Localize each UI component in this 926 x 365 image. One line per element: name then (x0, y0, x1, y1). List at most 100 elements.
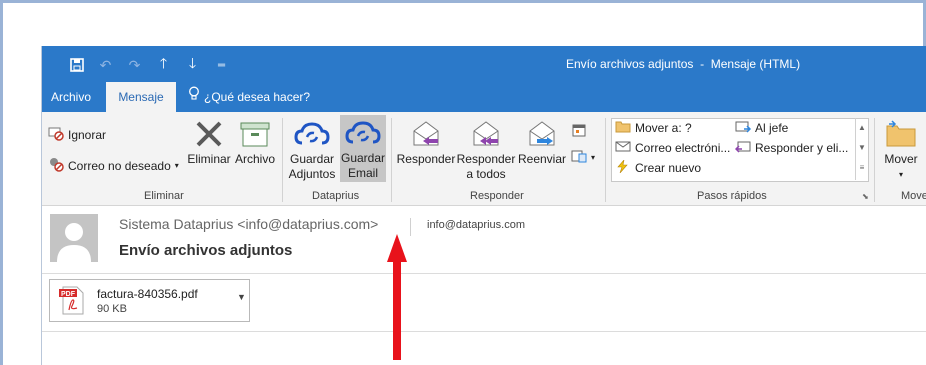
chevron-down-icon: ▾ (174, 161, 179, 170)
move-folder-icon (880, 116, 922, 152)
reply-label: Responder (396, 152, 456, 166)
tell-me-box[interactable]: ¿Qué desea hacer? (188, 82, 310, 112)
lightning-icon (615, 158, 631, 176)
meeting-button[interactable] (571, 122, 587, 141)
quick-steps-scroll[interactable]: ▲ ▼ ≡ (855, 118, 868, 180)
forward-icon (517, 116, 567, 152)
ignore-icon (48, 125, 64, 144)
down-arrow-icon[interactable]: 🡓 (178, 55, 207, 75)
cloud-sync-icon (287, 116, 337, 152)
archive-button[interactable]: Archivo (233, 116, 277, 167)
quick-step-to-boss[interactable]: Al jefe (735, 120, 788, 136)
quick-step-to-boss-label: Al jefe (755, 121, 789, 135)
group-label-dataprius: Dataprius (312, 190, 360, 202)
forward-label: Reenviar (517, 152, 567, 166)
archive-icon (233, 116, 277, 152)
junk-mail-icon (48, 156, 64, 175)
dialog-launcher-icon[interactable]: ⬊ (862, 192, 869, 201)
quick-step-move-to-label: Mover a: ? (635, 121, 692, 135)
header-divider (410, 218, 411, 236)
archive-label: Archivo (234, 152, 275, 166)
forward-mail-icon (735, 120, 752, 136)
more-respond-icon (571, 148, 587, 167)
quick-access-toolbar: ↶ ↷ 🡑 🡓 ═ (62, 55, 236, 75)
save-attachments-button[interactable]: Guardar Adjuntos (287, 116, 337, 182)
divider (42, 331, 926, 332)
message-window: ↶ ↷ 🡑 🡓 ═ Envío archivos adjuntos - Mens… (41, 46, 926, 365)
ribbon: Ignorar Correo no deseado ▾ Eliminar Arc… (42, 112, 926, 206)
save-icon[interactable] (62, 55, 91, 75)
group-label-pasos-rapidos: Pasos rápidos (697, 190, 767, 202)
cloud-sync-icon (340, 115, 386, 151)
group-label-responder: Responder (470, 190, 524, 202)
save-attachments-label-2: Adjuntos (288, 167, 336, 181)
group-label-eliminar: Eliminar (144, 190, 184, 202)
delete-button[interactable]: Eliminar (185, 116, 233, 167)
folder-icon (615, 120, 631, 136)
quick-step-create-new[interactable]: Crear nuevo (615, 158, 702, 176)
tell-me-label: ¿Qué desea hacer? (204, 90, 311, 104)
customize-icon[interactable]: ═ (207, 55, 236, 75)
sender-avatar (50, 214, 98, 262)
delete-label: Eliminar (187, 152, 231, 166)
lightbulb-icon (188, 82, 200, 112)
reply-all-label-1: Responder (456, 152, 516, 166)
meeting-icon (571, 122, 587, 141)
group-separator (874, 118, 875, 202)
more-respond-button[interactable]: ▾ (571, 148, 595, 167)
quick-step-email-label: Correo electróni... (635, 141, 731, 155)
ribbon-tabs: Archivo Mensaje ¿Qué desea hacer? (42, 82, 926, 112)
group-separator (391, 118, 392, 202)
screenshot-border-left (0, 0, 3, 365)
quick-step-reply-delete-label: Responder y eli... (755, 141, 849, 155)
ignore-label: Ignorar (68, 127, 107, 142)
forward-button[interactable]: Reenviar (517, 116, 567, 167)
attachment-name: factura-840356.pdf (97, 287, 198, 301)
subject: Envío archivos adjuntos (119, 242, 293, 259)
save-email-label-2: Email (347, 166, 378, 180)
ignore-button[interactable]: Ignorar (48, 125, 106, 144)
chevron-down-icon[interactable]: ▼ (237, 292, 246, 302)
sender[interactable]: Sistema Dataprius <info@dataprius.com> (119, 216, 378, 232)
group-label-mover: Move (901, 190, 926, 202)
save-attachments-label-1: Guardar (289, 152, 335, 166)
chevron-down-icon: ▾ (591, 153, 596, 162)
pdf-icon: PDF (59, 286, 85, 318)
reply-icon (396, 116, 456, 152)
reply-all-button[interactable]: Responder a todos (456, 116, 516, 182)
reply-delete-icon (734, 140, 751, 156)
tab-mensaje[interactable]: Mensaje (106, 82, 176, 112)
expand-gallery-icon[interactable]: ≡ (856, 158, 868, 178)
up-arrow-icon[interactable]: 🡑 (149, 55, 178, 75)
move-button[interactable]: Mover ▾ (880, 116, 922, 182)
mail-icon (615, 140, 631, 156)
reply-all-label-2: a todos (466, 167, 506, 181)
junk-mail-label: Correo no deseado (68, 158, 171, 173)
annotation-arrow (387, 234, 407, 360)
move-label: Mover (884, 152, 918, 166)
attachment-card[interactable]: PDF factura-840356.pdf 90 KB ▼ (49, 279, 250, 322)
chevron-down-icon[interactable]: ▼ (856, 138, 868, 158)
quick-step-create-new-label: Crear nuevo (635, 161, 702, 175)
tab-archivo[interactable]: Archivo (51, 82, 91, 112)
undo-icon[interactable]: ↶ (91, 55, 120, 75)
pdf-badge: PDF (61, 291, 76, 298)
quick-step-email[interactable]: Correo electróni... (615, 140, 730, 156)
redo-icon[interactable]: ↷ (120, 55, 149, 75)
junk-mail-button[interactable]: Correo no deseado ▾ (48, 156, 179, 175)
attachment-size: 90 KB (97, 303, 127, 315)
reply-all-icon (456, 116, 516, 152)
quick-step-move-to[interactable]: Mover a: ? (615, 120, 692, 136)
divider (42, 273, 926, 274)
chevron-down-icon: ▾ (898, 170, 903, 179)
recipient[interactable]: info@dataprius.com (427, 219, 525, 231)
quick-step-reply-delete[interactable]: Responder y eli... (734, 140, 849, 156)
reply-button[interactable]: Responder (396, 116, 456, 167)
group-separator (605, 118, 606, 202)
group-separator (282, 118, 283, 202)
chevron-up-icon[interactable]: ▲ (856, 118, 868, 138)
save-email-label-1: Guardar (340, 151, 386, 165)
save-email-button[interactable]: Guardar Email (340, 115, 386, 182)
screenshot-border-top (0, 0, 926, 3)
delete-icon (185, 116, 233, 152)
